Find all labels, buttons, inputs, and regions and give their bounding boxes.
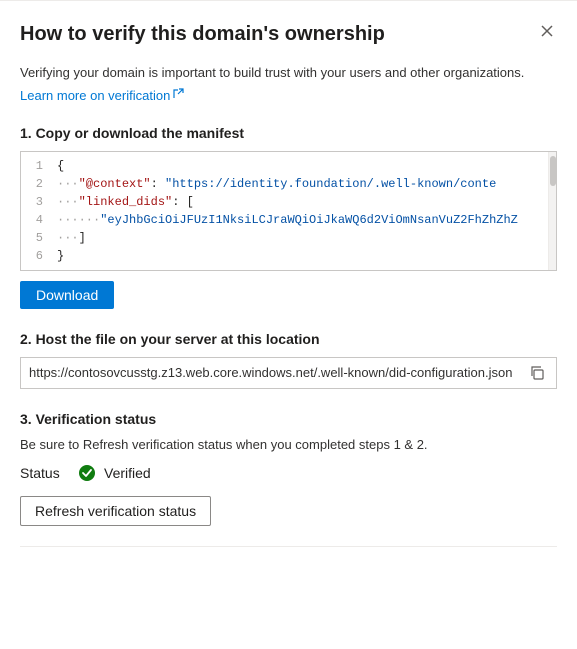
code-lines: 1 { 2 ···"@context": "https://identity.f…	[21, 152, 556, 271]
close-button[interactable]	[537, 23, 557, 39]
verified-icon	[78, 464, 96, 482]
line-num-5: 5	[21, 231, 57, 245]
line-content-3: ···"linked_dids": [	[57, 195, 194, 209]
line-content-5: ···]	[57, 231, 86, 245]
line-num-3: 3	[21, 195, 57, 209]
code-line-5: 5 ···]	[21, 230, 556, 248]
scrollbar[interactable]	[548, 152, 556, 270]
learn-more-text: Learn more on verification	[20, 88, 170, 103]
panel-header: How to verify this domain's ownership	[20, 21, 557, 47]
status-row: Status Verified	[20, 464, 557, 482]
line-content-4: ······"eyJhbGciOiJFUzI1NksiLCJraWQiOiJka…	[57, 213, 518, 227]
code-line-1: 1 {	[21, 158, 556, 176]
line-num-1: 1	[21, 159, 57, 173]
intro-description: Verifying your domain is important to bu…	[20, 63, 557, 83]
code-block: 1 { 2 ···"@context": "https://identity.f…	[20, 151, 557, 271]
copy-icon	[530, 366, 544, 380]
copy-button[interactable]	[526, 364, 548, 382]
line-num-4: 4	[21, 213, 57, 227]
line-content-2: ···"@context": "https://identity.foundat…	[57, 177, 496, 191]
code-line-2: 2 ···"@context": "https://identity.found…	[21, 176, 556, 194]
step2-section: 2. Host the file on your server at this …	[20, 331, 557, 389]
step3-description: Be sure to Refresh verification status w…	[20, 437, 557, 452]
line-num-6: 6	[21, 249, 57, 263]
code-line-3: 3 ···"linked_dids": [	[21, 194, 556, 212]
line-content-6: }	[57, 249, 64, 263]
download-button[interactable]: Download	[20, 281, 114, 309]
panel: How to verify this domain's ownership Ve…	[0, 0, 577, 649]
close-icon	[541, 25, 553, 37]
step3-section: 3. Verification status Be sure to Refres…	[20, 411, 557, 526]
bottom-divider	[20, 546, 557, 547]
external-link-icon	[173, 88, 184, 102]
verified-text: Verified	[104, 465, 151, 481]
step3-title: 3. Verification status	[20, 411, 557, 427]
step2-title: 2. Host the file on your server at this …	[20, 331, 557, 347]
code-line-4: 4 ······"eyJhbGciOiJFUzI1NksiLCJraWQiOiJ…	[21, 212, 556, 230]
url-field[interactable]	[29, 365, 520, 380]
url-field-container	[20, 357, 557, 389]
panel-title: How to verify this domain's ownership	[20, 21, 527, 47]
line-num-2: 2	[21, 177, 57, 191]
line-content-1: {	[57, 159, 64, 173]
code-line-6: 6 }	[21, 248, 556, 266]
status-label: Status	[20, 465, 70, 481]
scrollbar-thumb	[550, 156, 556, 186]
refresh-verification-button[interactable]: Refresh verification status	[20, 496, 211, 526]
step1-section: 1. Copy or download the manifest 1 { 2 ·…	[20, 125, 557, 309]
learn-more-link[interactable]: Learn more on verification	[20, 88, 184, 103]
step1-title: 1. Copy or download the manifest	[20, 125, 557, 141]
